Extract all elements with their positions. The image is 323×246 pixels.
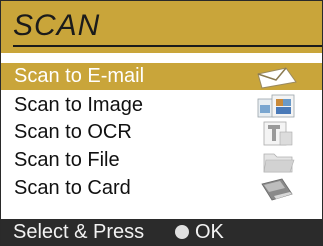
status-bar: Select & Press OK [1,219,322,245]
instruction-text: Select & Press [13,221,145,243]
lcd-screen: SCAN Scan to E-mail Scan to Image Scan t… [0,0,323,246]
menu-item-scan-to-ocr[interactable]: Scan to OCR [1,119,322,146]
screen-title: SCAN [13,9,101,42]
menu-item-label: Scan to File [14,149,120,171]
menu-item-scan-to-image[interactable]: Scan to Image [1,92,322,119]
menu-item-label: Scan to OCR [14,121,132,143]
menu-item-label: Scan to Image [14,94,143,116]
menu-item-label: Scan to Card [14,177,131,199]
menu-item-scan-to-card[interactable]: Scan to Card [1,175,322,202]
envelope-icon [257,67,297,89]
menu-item-label: Scan to E-mail [14,65,145,87]
image-document-icon [257,94,295,118]
title-underline [13,45,322,47]
ok-button-icon [175,225,189,239]
menu-item-scan-to-file[interactable]: Scan to File [1,147,322,174]
folder-icon [263,153,295,173]
title-bar: SCAN [1,1,322,53]
text-document-icon [263,121,293,146]
menu-item-scan-to-email[interactable]: Scan to E-mail [1,63,322,90]
memory-card-icon [261,178,293,201]
ok-label: OK [195,221,224,243]
